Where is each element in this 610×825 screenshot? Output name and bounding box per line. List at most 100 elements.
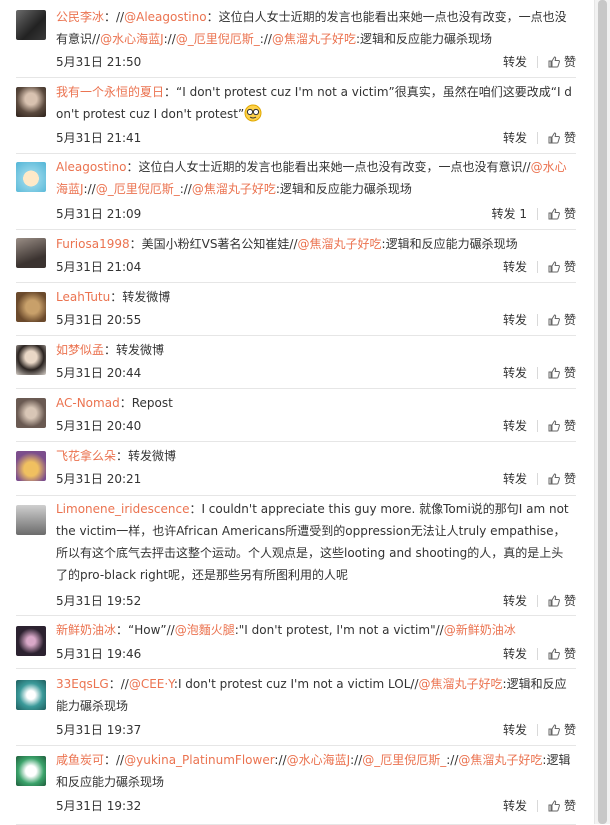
username-link[interactable]: 飞花拿么朵 (56, 449, 116, 463)
action-bar: 转发 赞 (503, 258, 576, 275)
avatar[interactable] (16, 680, 46, 710)
comment-text: :// (179, 182, 192, 196)
like-button[interactable]: 赞 (548, 129, 576, 146)
timestamp[interactable]: 5月31日 19:32 (56, 797, 141, 814)
comment-text: :// (163, 32, 176, 46)
forward-button[interactable]: 转发 (503, 645, 527, 662)
username-link[interactable]: 33EqsLG (56, 677, 109, 691)
mention-link[interactable]: @焦溜丸子好吃 (419, 677, 503, 691)
forward-button[interactable]: 转发 1 (492, 205, 527, 222)
timestamp[interactable]: 5月31日 21:09 (56, 205, 141, 222)
forward-button[interactable]: 转发 (503, 258, 527, 275)
comment-text: :// (259, 32, 272, 46)
timestamp[interactable]: 5月31日 20:21 (56, 470, 141, 487)
comment-text: ：Repost (119, 396, 173, 410)
username-link[interactable]: Aleagostino (56, 160, 126, 174)
forward-label: 转发 (502, 723, 527, 737)
like-button[interactable]: 赞 (548, 645, 576, 662)
repost-text: 33EqsLG：//@CEE·Y:I don't protest cuz I'm… (56, 673, 572, 717)
timestamp[interactable]: 5月31日 19:37 (56, 721, 141, 738)
username-link[interactable]: 公民李冰 (56, 10, 104, 24)
like-button[interactable]: 赞 (548, 258, 576, 275)
repost-text: 新鲜奶油冰：“How”//@泡麵火腿:"I don't protest, I'm… (56, 619, 572, 641)
username-link[interactable]: LeahTutu (56, 290, 110, 304)
forward-label: 转发 (502, 131, 527, 145)
timestamp[interactable]: 5月31日 21:41 (56, 129, 141, 146)
forward-button[interactable]: 转发 (503, 129, 527, 146)
mention-link[interactable]: @水心海蓝J (287, 753, 351, 767)
like-button[interactable]: 赞 (548, 592, 576, 609)
forward-button[interactable]: 转发 (503, 721, 527, 738)
comment-text: ：// (104, 753, 125, 767)
username-link[interactable]: Furiosa1998 (56, 237, 130, 251)
username-link[interactable]: Limonene_iridescence (56, 502, 189, 516)
like-button[interactable]: 赞 (548, 205, 576, 222)
avatar[interactable] (16, 626, 46, 656)
username-link[interactable]: 如梦似孟 (56, 343, 104, 357)
like-button[interactable]: 赞 (548, 311, 576, 328)
comment-text: ：转发微博 (116, 449, 177, 463)
username-link[interactable]: 新鲜奶油冰 (56, 623, 116, 637)
mention-link[interactable]: @yukina_PlatinumFlower (124, 753, 274, 767)
mention-link[interactable]: @新鲜奶油冰 (444, 623, 516, 637)
forward-button[interactable]: 转发 (503, 417, 527, 434)
repost-item: 新鲜奶油冰：“How”//@泡麵火腿:"I don't protest, I'm… (16, 615, 576, 669)
mention-link[interactable]: @泡麵火腿 (175, 623, 235, 637)
mention-link[interactable]: @焦溜丸子好吃 (458, 753, 542, 767)
avatar[interactable] (16, 451, 46, 481)
timestamp[interactable]: 5月31日 19:46 (56, 645, 141, 662)
mention-link[interactable]: @_厄里倪厄斯_ (176, 32, 260, 46)
avatar[interactable] (16, 756, 46, 786)
thumbs-up-icon (548, 800, 560, 812)
action-divider (536, 648, 538, 660)
scrollbar-thumb[interactable] (598, 0, 607, 824)
thumbs-up-icon (548, 56, 560, 68)
timestamp[interactable]: 5月31日 19:52 (56, 592, 141, 609)
mention-link[interactable]: @CEE·Y (129, 677, 174, 691)
like-label: 赞 (563, 419, 576, 433)
avatar[interactable] (16, 345, 46, 375)
forward-button[interactable]: 转发 (503, 592, 527, 609)
username-link[interactable]: 我有一个永恒的夏日 (56, 85, 164, 99)
forward-button[interactable]: 转发 (503, 797, 527, 814)
mention-link[interactable]: @焦溜丸子好吃 (298, 237, 382, 251)
forward-button[interactable]: 转发 (503, 311, 527, 328)
forward-button[interactable]: 转发 (503, 364, 527, 381)
avatar[interactable] (16, 292, 46, 322)
like-label: 赞 (563, 594, 576, 608)
forward-button[interactable]: 转发 (503, 470, 527, 487)
mention-link[interactable]: @焦溜丸子好吃 (272, 32, 356, 46)
like-button[interactable]: 赞 (548, 721, 576, 738)
mention-link[interactable]: @_厄里倪厄斯_ (96, 182, 180, 196)
comment-text: ：美国小粉红VS著名公知崔娃// (129, 237, 298, 251)
like-button[interactable]: 赞 (548, 53, 576, 70)
avatar[interactable] (16, 10, 46, 40)
avatar[interactable] (16, 162, 46, 192)
username-link[interactable]: AC-Nomad (56, 396, 120, 410)
like-button[interactable]: 赞 (548, 470, 576, 487)
mention-link[interactable]: @_厄里倪厄斯_ (362, 753, 446, 767)
avatar[interactable] (16, 238, 46, 268)
like-label: 赞 (563, 366, 576, 380)
forward-button[interactable]: 转发 (503, 53, 527, 70)
repost-text: 咸鱼炭可：//@yukina_PlatinumFlower://@水心海蓝J:/… (56, 749, 572, 793)
like-button[interactable]: 赞 (548, 797, 576, 814)
timestamp[interactable]: 5月31日 20:55 (56, 311, 141, 328)
timestamp[interactable]: 5月31日 21:50 (56, 53, 141, 70)
thumbs-up-icon (548, 648, 560, 660)
mention-link[interactable]: @水心海蓝J (100, 32, 164, 46)
like-button[interactable]: 赞 (548, 417, 576, 434)
mention-link[interactable]: @焦溜丸子好吃 (192, 182, 276, 196)
avatar[interactable] (16, 505, 46, 535)
mention-link[interactable]: @Aleagostino (124, 10, 206, 24)
like-label: 赞 (563, 647, 576, 661)
avatar[interactable] (16, 87, 46, 117)
scrollbar-track[interactable] (594, 0, 610, 824)
avatar[interactable] (16, 398, 46, 428)
timestamp[interactable]: 5月31日 20:44 (56, 364, 141, 381)
action-divider (536, 132, 538, 144)
username-link[interactable]: 咸鱼炭可 (56, 753, 104, 767)
like-button[interactable]: 赞 (548, 364, 576, 381)
timestamp[interactable]: 5月31日 20:40 (56, 417, 141, 434)
timestamp[interactable]: 5月31日 21:04 (56, 258, 141, 275)
